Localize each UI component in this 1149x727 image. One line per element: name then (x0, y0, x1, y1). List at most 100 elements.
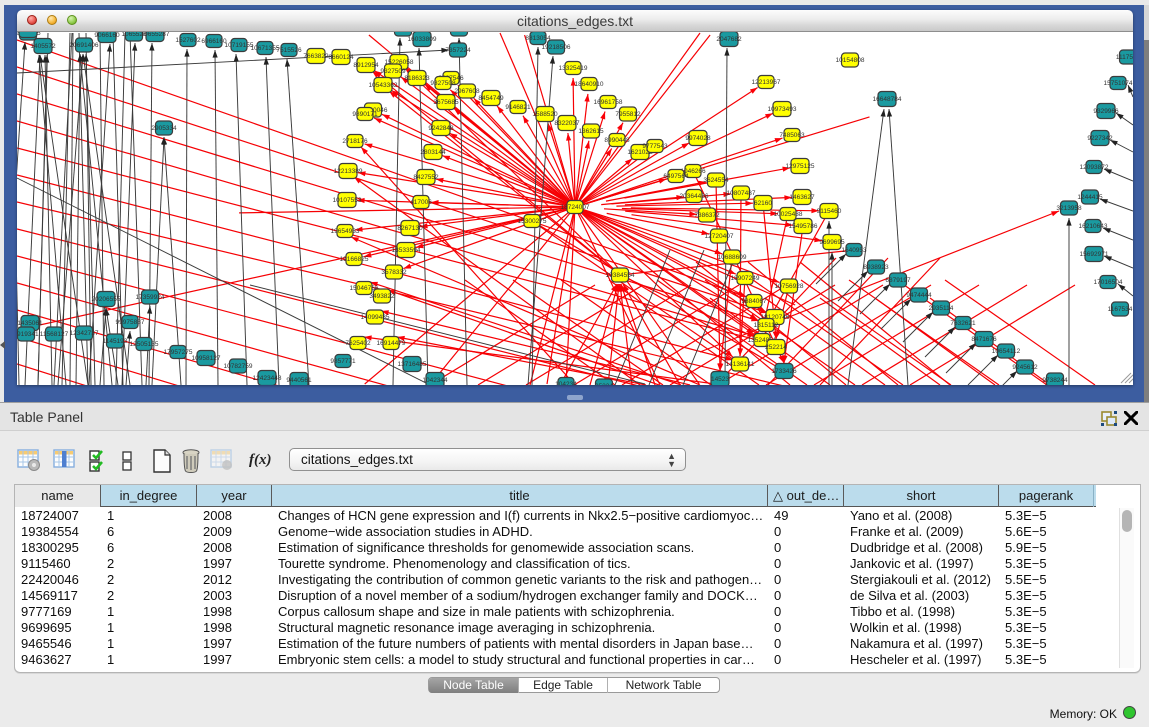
svg-text:1640953: 1640953 (841, 247, 867, 254)
svg-text:10154808: 10154808 (836, 57, 865, 64)
svg-text:8186323: 8186323 (404, 75, 430, 82)
svg-text:2718176: 2718176 (342, 138, 368, 145)
svg-text:19384554: 19384554 (606, 272, 635, 279)
svg-text:8427552: 8427552 (413, 174, 439, 181)
svg-text:13533594: 13533594 (392, 247, 421, 254)
svg-text:1435061: 1435061 (17, 320, 43, 327)
svg-text:2935114: 2935114 (929, 305, 954, 312)
svg-text:3675685: 3675685 (433, 99, 459, 106)
svg-text:1362615: 1362615 (578, 128, 604, 135)
svg-text:9245612: 9245612 (1012, 364, 1038, 371)
svg-text:18640910: 18640910 (575, 81, 604, 88)
svg-text:2905334: 2905334 (151, 125, 177, 132)
svg-text:12213389: 12213389 (334, 168, 363, 175)
svg-text:8322037: 8322037 (554, 120, 580, 127)
svg-text:18907249: 18907249 (731, 275, 760, 282)
svg-text:18724007: 18724007 (561, 204, 590, 211)
svg-text:14136141: 14136141 (726, 361, 755, 368)
svg-text:8267130: 8267130 (397, 225, 423, 232)
svg-text:14099485: 14099485 (361, 314, 390, 321)
svg-text:12213967: 12213967 (752, 79, 781, 86)
svg-text:12093872: 12093872 (1080, 164, 1109, 171)
svg-text:8813054: 8813054 (525, 35, 551, 42)
svg-text:20691406: 20691406 (70, 42, 99, 49)
svg-text:1527602: 1527602 (175, 37, 201, 44)
svg-text:9327509: 9327509 (380, 68, 406, 75)
svg-text:17957275: 17957275 (164, 349, 193, 356)
svg-text:6966160: 6966160 (201, 38, 227, 45)
svg-text:3624554: 3624554 (703, 177, 729, 184)
svg-text:20206555: 20206555 (92, 296, 121, 303)
svg-text:19654933: 19654933 (331, 228, 360, 235)
svg-text:15751074: 15751074 (1104, 80, 1133, 87)
svg-text:1145193: 1145193 (103, 338, 128, 345)
svg-text:9974028: 9974028 (685, 135, 711, 142)
svg-text:13325419: 13325419 (559, 65, 588, 72)
svg-text:417006: 417006 (410, 199, 432, 206)
svg-text:14523: 14523 (711, 376, 729, 383)
svg-text:99975887: 99975887 (116, 319, 145, 326)
svg-text:3578332: 3578332 (381, 269, 407, 276)
svg-text:6497564: 6497564 (663, 173, 689, 180)
svg-text:9738244: 9738244 (1042, 377, 1068, 384)
svg-text:62160: 62160 (754, 200, 772, 207)
svg-text:9884067: 9884067 (741, 298, 767, 305)
svg-text:8990448: 8990448 (604, 137, 630, 144)
svg-text:12720407: 12720407 (705, 233, 734, 240)
svg-text:7955812: 7955812 (615, 111, 641, 118)
svg-text:104234: 104234 (555, 381, 577, 385)
svg-text:8471676: 8471676 (971, 336, 997, 343)
svg-text:1244415: 1244415 (1077, 194, 1103, 201)
svg-text:10025438: 10025438 (774, 211, 803, 218)
svg-text:10688609: 10688609 (718, 254, 747, 261)
svg-text:252214: 252214 (765, 344, 787, 351)
svg-text:7485063: 7485063 (779, 132, 805, 139)
svg-text:10807487: 10807487 (727, 190, 756, 197)
svg-text:16033809: 16033809 (408, 36, 437, 43)
svg-text:3493822: 3493822 (369, 293, 395, 300)
svg-text:1405572: 1405572 (30, 43, 56, 50)
svg-text:10654112: 10654112 (992, 348, 1021, 355)
svg-text:9242848: 9242848 (428, 125, 454, 132)
svg-text:7625402: 7625402 (345, 340, 371, 347)
svg-text:16961758: 16961758 (594, 99, 623, 106)
svg-text:1733426: 1733426 (771, 368, 797, 375)
svg-text:9066160: 9066160 (94, 32, 120, 39)
svg-text:3919341: 3919341 (17, 331, 39, 338)
svg-text:9857771: 9857771 (330, 358, 356, 365)
svg-text:9146821: 9146821 (505, 104, 531, 111)
svg-text:7515526: 7515526 (276, 47, 302, 54)
svg-text:2803144: 2803144 (420, 149, 446, 156)
svg-text:160338: 160338 (392, 32, 414, 33)
svg-text:19166825: 19166825 (340, 256, 369, 263)
svg-text:8660124: 8660124 (328, 54, 354, 61)
svg-text:16914479: 16914479 (377, 340, 406, 347)
svg-text:15692971: 15692971 (1080, 251, 1109, 258)
svg-text:7632621: 7632621 (950, 320, 976, 327)
svg-text:1815112: 1815112 (754, 322, 779, 329)
svg-text:10543362: 10543362 (369, 82, 398, 89)
svg-text:1463627: 1463627 (789, 194, 815, 201)
svg-text:10973493: 10973493 (768, 106, 797, 113)
svg-text:160338: 160338 (17, 32, 39, 34)
svg-text:9440561: 9440561 (286, 377, 312, 384)
svg-text:8454749: 8454749 (478, 95, 504, 102)
svg-text:10782759: 10782759 (224, 363, 253, 370)
svg-text:8938923: 8938923 (863, 264, 889, 271)
svg-text:9329966: 9329966 (1093, 108, 1119, 115)
svg-text:2047682: 2047682 (716, 36, 742, 43)
svg-text:16210643: 16210643 (1079, 223, 1108, 230)
svg-text:881305: 881305 (448, 32, 470, 33)
svg-text:9777543: 9777543 (642, 143, 668, 150)
svg-text:3213958: 3213958 (1056, 205, 1082, 212)
svg-text:15495786: 15495786 (789, 223, 818, 230)
svg-text:12975125: 12975125 (786, 163, 815, 170)
svg-text:15300275: 15300275 (518, 218, 547, 225)
svg-text:16648784: 16648784 (873, 96, 902, 103)
svg-text:1588520: 1588520 (532, 111, 558, 118)
svg-text:10107553: 10107553 (333, 197, 362, 204)
svg-text:6879197: 6879197 (885, 277, 911, 284)
svg-text:7663822: 7663822 (303, 53, 329, 60)
svg-text:9890171: 9890171 (352, 111, 378, 118)
svg-text:9327508: 9327508 (430, 80, 456, 87)
